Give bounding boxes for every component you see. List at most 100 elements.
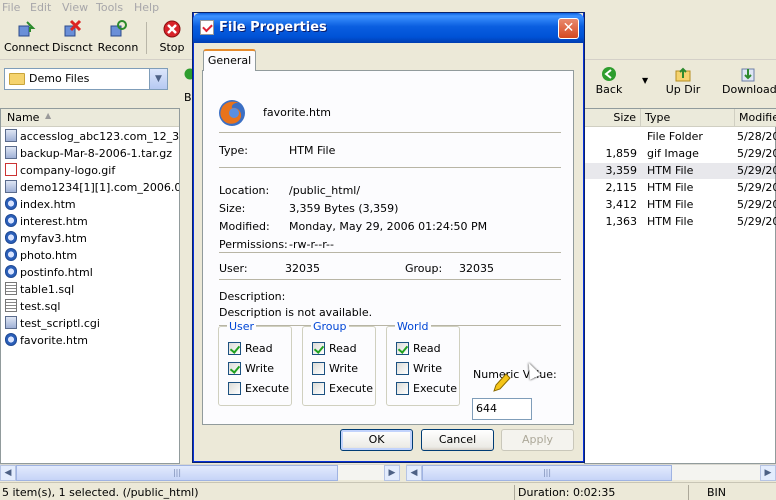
checkbox-label: Execute	[329, 382, 373, 395]
reconnect-button[interactable]: Reconn	[96, 18, 140, 58]
world-execute-checkbox[interactable]: Execute	[396, 382, 458, 396]
list-item[interactable]: interest.htm	[5, 214, 179, 231]
list-item[interactable]: myfav3.htm	[5, 231, 179, 248]
list-item[interactable]: postinfo.html	[5, 265, 179, 282]
table-cell-modified[interactable]: 5/28/20	[737, 130, 776, 146]
user-write-checkbox[interactable]: Write	[228, 362, 290, 376]
numeric-value-input[interactable]: 644	[472, 398, 532, 420]
world-write-checkbox[interactable]: Write	[396, 362, 458, 376]
table-cell-modified[interactable]: 5/29/20	[737, 215, 776, 231]
divider	[219, 132, 561, 133]
table-cell-size[interactable]: 1,363	[585, 215, 638, 231]
permission-group-user: User Read Write Execute	[218, 320, 292, 406]
dialog-title-bar[interactable]: File Properties ✕	[193, 13, 584, 43]
connect-button[interactable]: Connect	[4, 18, 49, 58]
stop-button[interactable]: Stop	[156, 18, 188, 58]
group-execute-checkbox[interactable]: Execute	[312, 382, 374, 396]
file-name: favorite.htm	[263, 106, 332, 119]
back-dropdown-icon[interactable]: ▼	[642, 76, 648, 85]
world-read-checkbox[interactable]: Read	[396, 342, 458, 356]
checkbox-checked-icon	[396, 342, 409, 355]
folder-dropdown[interactable]: Demo Files ▼	[4, 68, 168, 90]
menu-tools[interactable]: Tools	[96, 1, 123, 14]
column-header-name[interactable]: Name ▲	[1, 109, 179, 127]
disconnect-button[interactable]: Discnct	[52, 18, 93, 58]
file-name: photo.htm	[20, 249, 78, 262]
download-button[interactable]: Download	[722, 66, 776, 106]
column-header-size[interactable]: Size	[585, 109, 641, 127]
checkbox-label: Read	[413, 342, 441, 355]
table-cell-size[interactable]: 3,412	[585, 198, 638, 214]
table-cell-modified[interactable]: 5/29/20	[737, 147, 776, 163]
table-cell-size[interactable]: 2,115	[585, 181, 638, 197]
updir-button[interactable]: Up Dir	[664, 66, 702, 106]
scroll-right-icon[interactable]: ▶	[760, 465, 776, 481]
chevron-down-icon[interactable]: ▼	[149, 69, 167, 89]
list-item[interactable]: company-logo.gif	[5, 163, 179, 180]
list-item[interactable]: accesslog_abc123.com_12_3...	[5, 129, 179, 146]
list-item[interactable]: backup-Mar-8-2006-1.tar.gz	[5, 146, 179, 163]
group-box-label: Group	[311, 320, 349, 333]
status-duration: Duration: 0:02:35	[514, 485, 684, 500]
column-header-label: Modified	[739, 111, 776, 124]
file-name: myfav3.htm	[20, 232, 87, 245]
cancel-button[interactable]: Cancel	[421, 429, 494, 451]
checkbox-label: Read	[329, 342, 357, 355]
remote-horizontal-scrollbar[interactable]: ◀ ||| ▶	[406, 464, 776, 481]
list-item[interactable]: table1.sql	[5, 282, 179, 299]
table-cell-type[interactable]: HTM File	[647, 198, 735, 214]
list-item[interactable]: favorite.htm	[5, 333, 179, 350]
table-cell-size[interactable]: 1,859	[585, 147, 638, 163]
table-cell-modified[interactable]: 5/29/20	[737, 198, 776, 214]
group-write-checkbox[interactable]: Write	[312, 362, 374, 376]
menu-file[interactable]: File	[2, 1, 20, 14]
table-cell-modified[interactable]: 5/29/20	[737, 181, 776, 197]
list-item[interactable]: demo1234[1][1].com_2006.0...	[5, 180, 179, 197]
user-execute-checkbox[interactable]: Execute	[228, 382, 290, 396]
tab-general[interactable]: General	[203, 49, 256, 71]
list-item[interactable]: test.sql	[5, 299, 179, 316]
scroll-thumb[interactable]: |||	[16, 465, 338, 481]
truncated-button-label: B	[184, 91, 192, 104]
list-item[interactable]: test_scriptl.cgi	[5, 316, 179, 333]
local-horizontal-scrollbar[interactable]: ◀ ||| ▶	[0, 464, 400, 481]
apply-button[interactable]: Apply	[501, 429, 574, 451]
html-file-icon	[5, 265, 17, 278]
list-item[interactable]: photo.htm	[5, 248, 179, 265]
file-name: favorite.htm	[20, 334, 89, 347]
column-header-type[interactable]: Type	[641, 109, 735, 127]
table-cell-modified[interactable]: 5/29/20	[737, 164, 776, 180]
menu-view[interactable]: View	[62, 1, 88, 14]
table-cell-type[interactable]: HTM File	[647, 215, 735, 231]
scroll-left-icon[interactable]: ◀	[0, 465, 16, 481]
back-label: Back	[595, 83, 623, 96]
permission-group-world: World Read Write Execute	[386, 320, 460, 406]
ok-button[interactable]: OK	[340, 429, 413, 451]
group-label: Group:	[405, 262, 443, 275]
table-cell-type[interactable]: HTM File	[647, 164, 735, 180]
list-item[interactable]: index.htm	[5, 197, 179, 214]
checkbox-unchecked-icon	[396, 362, 409, 375]
type-value: HTM File	[289, 144, 336, 157]
permissions-value: -rw-r--r--	[289, 238, 334, 251]
scroll-thumb[interactable]: |||	[422, 465, 672, 481]
menu-help[interactable]: Help	[134, 1, 159, 14]
table-cell-type[interactable]: gif Image	[647, 147, 735, 163]
back-button[interactable]: Back	[592, 66, 626, 106]
remote-file-list[interactable]: Size Type Modified File Folder5/28/20 1,8…	[584, 108, 776, 464]
menu-edit[interactable]: Edit	[30, 1, 51, 14]
table-cell-type[interactable]: File Folder	[647, 130, 735, 146]
table-cell-type[interactable]: HTM File	[647, 181, 735, 197]
local-file-list[interactable]: Name ▲ accesslog_abc123.com_12_3... backu…	[0, 108, 180, 464]
user-read-checkbox[interactable]: Read	[228, 342, 290, 356]
close-button[interactable]: ✕	[558, 18, 579, 39]
group-read-checkbox[interactable]: Read	[312, 342, 374, 356]
column-header-modified[interactable]: Modified	[735, 109, 776, 127]
firefox-file-icon	[219, 100, 245, 126]
table-cell-size[interactable]: 3,359	[585, 164, 638, 180]
scroll-right-icon[interactable]: ▶	[384, 465, 400, 481]
status-mode: BIN	[688, 485, 776, 500]
scroll-left-icon[interactable]: ◀	[406, 465, 422, 481]
table-cell-size[interactable]	[585, 130, 637, 146]
file-name: index.htm	[20, 198, 76, 211]
